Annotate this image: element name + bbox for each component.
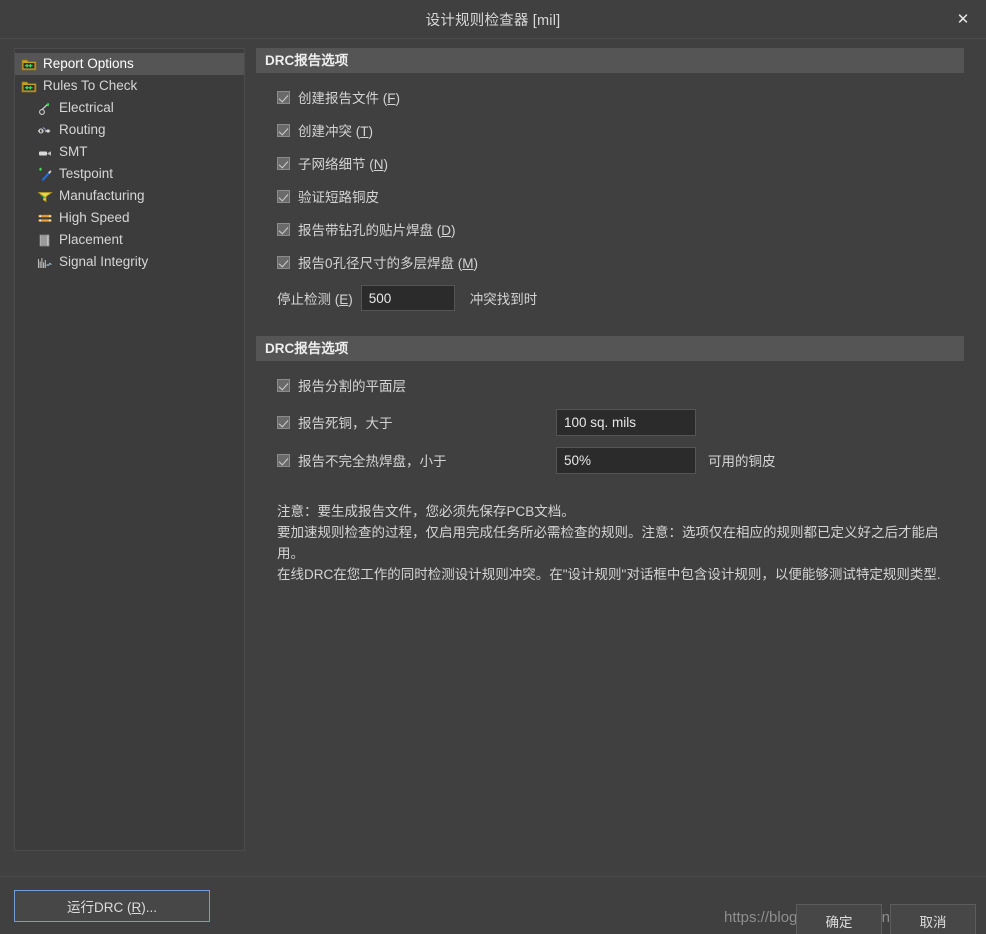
electrical-icon [37, 101, 53, 116]
manufacturing-icon [37, 189, 53, 204]
sidebar-item-rules-to-check[interactable]: Rules To Check [15, 75, 244, 97]
checkbox-checked-icon[interactable] [277, 222, 290, 236]
sidebar-item-smt[interactable]: SMT [15, 141, 244, 163]
sidebar-item-label: SMT [59, 144, 88, 160]
stop-detection-input[interactable] [360, 285, 455, 311]
checkbox-label: 报告分割的平面层 [298, 379, 406, 394]
threshold-input[interactable] [556, 408, 696, 436]
checkbox-checked-icon[interactable] [277, 453, 290, 467]
sidebar-item-label: Report Options [43, 56, 134, 72]
checkbox-label: 报告不完全热焊盘，小于 [298, 454, 447, 469]
note-text: 注意：要生成报告文件，您必须先保存PCB文档。要加速规则检查的过程，仅启用完成任… [256, 501, 964, 585]
drc-dialog-window: 设计规则检查器 [mil] ✕ Report Options Rules To C… [0, 0, 986, 934]
stop-detection-row: 停止检测 (E) 冲突找到时 [256, 284, 964, 312]
threshold-input[interactable] [556, 446, 696, 474]
sidebar-item-routing[interactable]: Routing [15, 119, 244, 141]
sidebar-item-label: Rules To Check [43, 78, 138, 94]
checkbox-row[interactable]: 报告死铜，大于 [256, 407, 964, 437]
smt-icon [37, 145, 53, 160]
folder-arrow-icon [21, 79, 37, 94]
checkbox-row[interactable]: 创建冲突 (T) [256, 119, 964, 141]
value-field-group [556, 408, 696, 436]
section-header-report-options-2: DRC报告选项 [256, 336, 964, 361]
value-field-group: 可用的铜皮 [556, 446, 776, 474]
stop-detection-suffix: 冲突找到时 [469, 292, 538, 307]
sidebar-item-placement[interactable]: Placement [15, 229, 244, 251]
cancel-button[interactable]: 取消 [890, 904, 976, 934]
sidebar-item-label: High Speed [59, 210, 130, 226]
checkbox-checked-icon[interactable] [277, 156, 290, 170]
checkbox-checked-icon[interactable] [277, 123, 290, 137]
checkbox-label: 报告带钻孔的贴片焊盘 (D) [298, 223, 456, 238]
testpoint-icon [37, 167, 53, 182]
checkbox-checked-icon[interactable] [277, 90, 290, 104]
section-header-report-options-1: DRC报告选项 [256, 48, 964, 73]
report-options-checkbox-group: 创建报告文件 (F) 创建冲突 (T) 子网络细节 (N) 验证短路铜皮报告带钻孔的贴… [256, 86, 964, 273]
checkbox-label: 子网络细节 (N) [298, 157, 388, 172]
sidebar-item-label: Testpoint [59, 166, 114, 182]
window-title: 设计规则检查器 [mil] [425, 12, 561, 29]
dialog-buttons: 确定 取消 [796, 904, 976, 934]
checkbox-label: 创建报告文件 (F) [298, 91, 400, 106]
ok-button[interactable]: 确定 [796, 904, 882, 934]
footer-bar: 运行DRC (R)... https://blog.csdn.net/Danda… [0, 876, 986, 934]
high-speed-icon [37, 211, 53, 226]
signal-integrity-icon [37, 255, 53, 270]
sidebar-item-label: Electrical [59, 100, 114, 116]
close-icon[interactable]: ✕ [940, 0, 986, 38]
sidebar-item-label: Placement [59, 232, 123, 248]
checkbox-label: 报告死铜，大于 [298, 416, 393, 431]
stop-detection-label: 停止检测 (E) [277, 292, 353, 307]
sidebar-item-report-options[interactable]: Report Options [15, 53, 244, 75]
sidebar-item-label: Routing [59, 122, 106, 138]
checkbox-label: 报告0孔径尺寸的多层焊盘 (M) [298, 256, 479, 271]
checkbox-label: 验证短路铜皮 [298, 190, 379, 205]
folder-arrow-icon [21, 57, 37, 72]
sidebar-item-electrical[interactable]: Electrical [15, 97, 244, 119]
threshold-suffix-label: 可用的铜皮 [708, 454, 776, 469]
sidebar-item-label: Signal Integrity [59, 254, 149, 270]
sidebar-item-manufacturing[interactable]: Manufacturing [15, 185, 244, 207]
copper-options-group: 报告分割的平面层报告死铜，大于报告不完全热焊盘，小于 可用的铜皮 [256, 374, 964, 475]
navigation-tree[interactable]: Report Options Rules To Check Electrical Ro… [14, 48, 245, 851]
checkbox-row[interactable]: 验证短路铜皮 [256, 185, 964, 207]
run-drc-button[interactable]: 运行DRC (R)... [14, 889, 210, 922]
checkbox-row[interactable]: 子网络细节 (N) [256, 152, 964, 174]
checkbox-row[interactable]: 报告不完全热焊盘，小于 可用的铜皮 [256, 445, 964, 475]
placement-icon [37, 233, 53, 248]
sidebar-item-high-speed[interactable]: High Speed [15, 207, 244, 229]
checkbox-checked-icon[interactable] [277, 415, 290, 429]
title-bar: 设计规则检查器 [mil] ✕ [0, 0, 986, 38]
sidebar-item-signal-integrity[interactable]: Signal Integrity [15, 251, 244, 273]
dialog-body: Report Options Rules To Check Electrical Ro… [0, 38, 986, 876]
checkbox-checked-icon[interactable] [277, 378, 290, 392]
note-line: 注意：要生成报告文件，您必须先保存PCB文档。 [277, 504, 575, 519]
checkbox-checked-icon[interactable] [277, 255, 290, 269]
sidebar-item-label: Manufacturing [59, 188, 145, 204]
routing-icon [37, 123, 53, 138]
checkbox-row[interactable]: 报告带钻孔的贴片焊盘 (D) [256, 218, 964, 240]
checkbox-row[interactable]: 报告0孔径尺寸的多层焊盘 (M) [256, 251, 964, 273]
sidebar-item-testpoint[interactable]: Testpoint [15, 163, 244, 185]
options-pane: DRC报告选项 创建报告文件 (F) 创建冲突 (T) 子网络细节 (N) 验证短路铜… [245, 48, 972, 876]
checkbox-row[interactable]: 创建报告文件 (F) [256, 86, 964, 108]
checkbox-checked-icon[interactable] [277, 189, 290, 203]
note-line: 在线DRC在您工作的同时检测设计规则冲突。在"设计规则"对话框中包含设计规则，以… [277, 567, 941, 582]
checkbox-row[interactable]: 报告分割的平面层 [256, 374, 964, 396]
note-line: 要加速规则检查的过程，仅启用完成任务所必需检查的规则。注意：选项仅在相应的规则都… [277, 525, 939, 561]
checkbox-label: 创建冲突 (T) [298, 124, 373, 139]
